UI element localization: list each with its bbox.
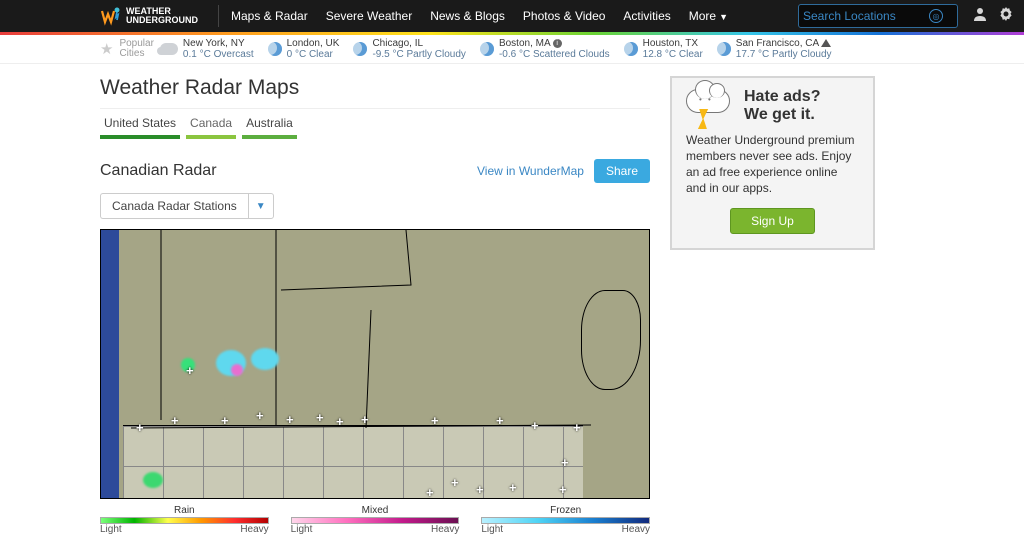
radar-station-marker: +: [531, 418, 539, 433]
moon-icon: [480, 42, 494, 56]
view-wundermap-link[interactable]: View in WunderMap: [477, 164, 584, 178]
legend-rain: Rain LightHeavy: [100, 505, 269, 535]
primary-nav: Maps & Radar Severe Weather News & Blogs…: [231, 9, 798, 23]
top-nav-bar: WEATHER UNDERGROUND Maps & Radar Severe …: [0, 0, 1024, 32]
section-title: Canadian Radar: [100, 162, 477, 180]
radar-station-marker: +: [476, 482, 484, 497]
radar-station-marker: +: [509, 480, 517, 495]
divider: [100, 108, 650, 109]
logo[interactable]: WEATHER UNDERGROUND: [100, 5, 198, 27]
search-input[interactable]: [803, 9, 929, 23]
sign-up-button[interactable]: Sign Up: [730, 208, 815, 234]
radar-station-marker: +: [573, 420, 581, 435]
city-london[interactable]: London, UK0 °C Clear: [268, 38, 340, 60]
city-houston[interactable]: Houston, TX12.8 °C Clear: [624, 38, 703, 60]
page-title: Weather Radar Maps: [100, 76, 650, 100]
nav-photos-video[interactable]: Photos & Video: [523, 9, 606, 23]
popular-cities-label: PopularCities: [119, 39, 153, 59]
radar-station-marker: +: [336, 414, 344, 429]
radar-station-marker: +: [286, 412, 294, 427]
radar-station-marker: +: [256, 408, 264, 423]
warning-icon: [821, 39, 831, 47]
info-icon: i: [553, 39, 562, 48]
radar-station-marker: +: [186, 363, 194, 378]
legend-mixed: Mixed LightHeavy: [291, 505, 460, 535]
tab-united-states[interactable]: United States: [100, 113, 180, 139]
star-icon[interactable]: ★: [100, 40, 113, 58]
region-tabs: United States Canada Australia: [100, 113, 650, 139]
radar-station-marker: +: [171, 413, 179, 428]
popular-cities-bar: ★ PopularCities New York, NY0.1 °C Overc…: [0, 35, 1024, 64]
tab-canada[interactable]: Canada: [186, 113, 236, 139]
radar-station-marker: +: [451, 475, 459, 490]
map-legend: Rain LightHeavy Mixed LightHeavy Frozen …: [100, 505, 650, 535]
city-new-york[interactable]: New York, NY0.1 °C Overcast: [160, 38, 254, 60]
ad-body-text: Weather Underground premium members neve…: [686, 132, 859, 196]
premium-ad-box: • • Hate ads? We get it. Weather Undergr…: [670, 76, 875, 250]
ad-heading-1: Hate ads?: [744, 88, 820, 106]
radar-station-marker: +: [496, 413, 504, 428]
ad-heading-2: We get it.: [744, 106, 820, 124]
city-boston[interactable]: Boston, MAi-0.6 °C Scattered Clouds: [480, 38, 610, 60]
chevron-down-icon: ▼: [248, 193, 274, 219]
moon-icon: [717, 42, 731, 56]
nav-divider: [218, 5, 219, 27]
city-chicago[interactable]: Chicago, IL-9.5 °C Partly Cloudy: [353, 38, 465, 60]
radar-stations-dropdown[interactable]: Canada Radar Stations ▼: [100, 193, 274, 219]
main-content: Weather Radar Maps United States Canada …: [100, 72, 650, 535]
radar-station-marker: +: [136, 420, 144, 435]
gear-icon[interactable]: [998, 6, 1014, 26]
radar-station-marker: +: [431, 413, 439, 428]
storm-cloud-icon: • •: [686, 89, 734, 123]
radar-station-marker: +: [561, 455, 569, 470]
radar-station-marker: +: [361, 412, 369, 427]
nav-severe-weather[interactable]: Severe Weather: [326, 9, 413, 23]
nav-more[interactable]: More▼: [689, 9, 728, 23]
search-box[interactable]: ◎: [798, 4, 958, 28]
nav-maps-radar[interactable]: Maps & Radar: [231, 9, 308, 23]
dropdown-label: Canada Radar Stations: [100, 193, 248, 219]
tab-australia[interactable]: Australia: [242, 113, 297, 139]
brand-line2: UNDERGROUND: [126, 16, 198, 25]
nav-more-label: More: [689, 9, 716, 23]
share-button[interactable]: Share: [594, 159, 650, 183]
moon-icon: [353, 42, 367, 56]
radar-station-marker: +: [316, 410, 324, 425]
nav-news-blogs[interactable]: News & Blogs: [430, 9, 505, 23]
moon-icon: [624, 42, 638, 56]
radar-station-marker: +: [221, 413, 229, 428]
radar-station-marker: +: [426, 485, 434, 499]
nav-activities[interactable]: Activities: [623, 9, 670, 23]
radar-station-marker: +: [559, 482, 567, 497]
cloud-icon: [160, 43, 178, 55]
moon-icon: [268, 42, 282, 56]
legend-frozen: Frozen LightHeavy: [481, 505, 650, 535]
user-icon[interactable]: [972, 6, 988, 26]
radar-map[interactable]: + + + + + + + + + + + + + + + + + + +: [100, 229, 650, 499]
wu-logo-icon: [100, 5, 122, 27]
location-target-icon[interactable]: ◎: [929, 9, 943, 23]
city-san-francisco[interactable]: San Francisco, CA17.7 °C Partly Cloudy: [717, 38, 832, 60]
chevron-down-icon: ▼: [719, 12, 728, 22]
